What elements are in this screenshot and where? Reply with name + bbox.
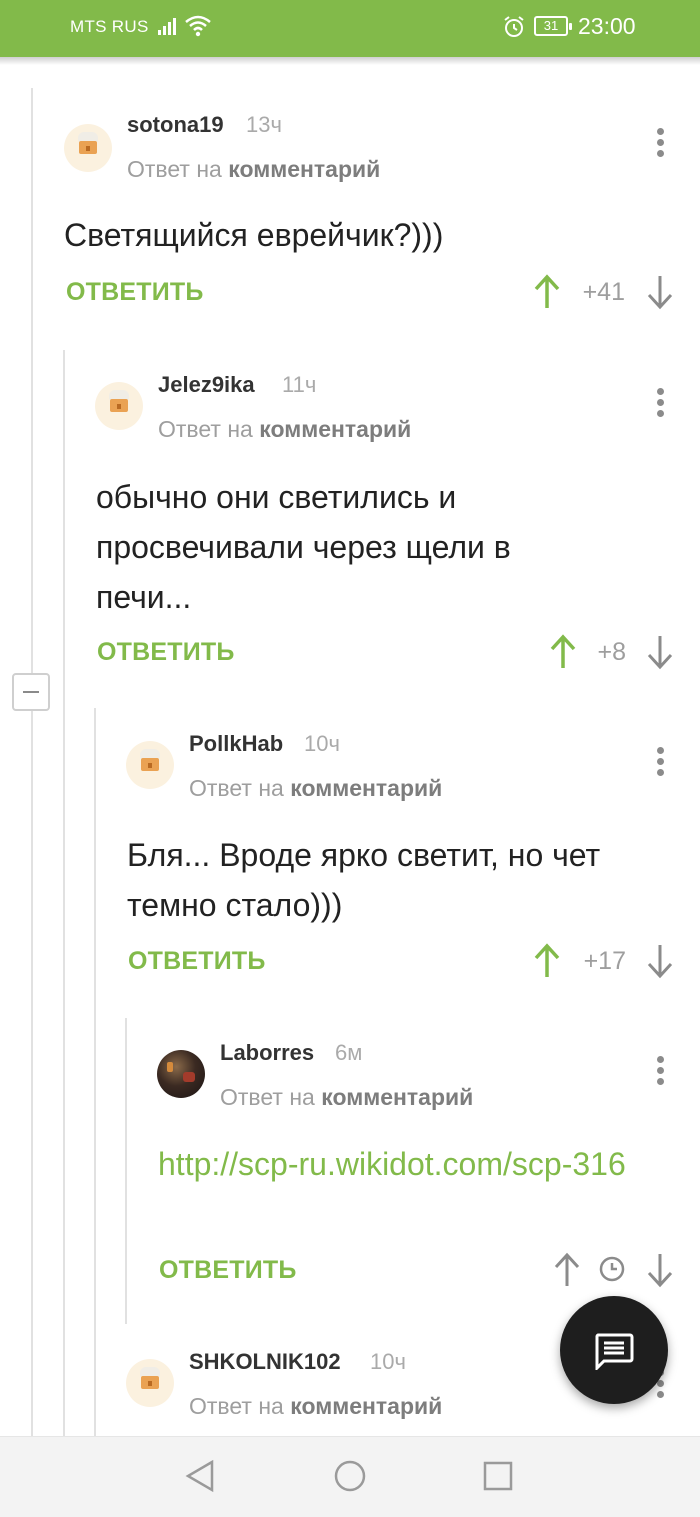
comment-username[interactable]: Laborres xyxy=(220,1040,314,1066)
comment-username[interactable]: SHKOLNIK102 xyxy=(189,1349,341,1375)
reply-to-link[interactable]: комментарий xyxy=(290,1393,442,1419)
reply-to-link[interactable]: комментарий xyxy=(228,156,380,182)
vote-count: +8 xyxy=(597,638,626,666)
system-navigation-bar xyxy=(0,1436,700,1517)
comment-text: Светящийся еврейчик?))) xyxy=(64,217,444,253)
collapse-thread-button[interactable] xyxy=(12,673,50,711)
comment-username[interactable]: sotona19 xyxy=(127,112,224,138)
reply-button[interactable]: ОТВЕТИТЬ xyxy=(159,1256,297,1285)
more-vertical-icon[interactable] xyxy=(654,747,666,781)
comment-time: 13ч xyxy=(246,112,282,137)
more-vertical-icon[interactable] xyxy=(654,388,666,422)
reply-to-line: Ответ на комментарий xyxy=(189,1393,442,1420)
battery-level: 31 xyxy=(543,18,559,33)
reply-to-line: Ответ на комментарий xyxy=(189,775,442,802)
thread-line-level-4 xyxy=(125,1018,127,1324)
signal-bars-icon xyxy=(158,18,176,35)
back-triangle-icon[interactable] xyxy=(184,1459,216,1493)
clock-icon xyxy=(599,1256,625,1282)
header-shadow xyxy=(0,57,700,65)
reply-to-prefix: Ответ на xyxy=(127,156,222,182)
reply-to-line: Ответ на комментарий xyxy=(220,1084,473,1111)
reply-button[interactable]: ОТВЕТИТЬ xyxy=(97,638,235,667)
avatar[interactable] xyxy=(95,382,143,430)
reply-to-link[interactable]: комментарий xyxy=(321,1084,473,1110)
carrier-name: MTS RUS xyxy=(70,17,149,36)
more-vertical-icon[interactable] xyxy=(654,1056,666,1090)
reply-button[interactable]: ОТВЕТИТЬ xyxy=(66,278,204,307)
vote-count: +41 xyxy=(582,278,625,306)
reply-button[interactable]: ОТВЕТИТЬ xyxy=(128,947,266,976)
reply-to-link[interactable]: комментарий xyxy=(290,775,442,801)
arrow-up-icon[interactable] xyxy=(532,274,562,310)
reply-to-prefix: Ответ на xyxy=(189,775,284,801)
reply-to-link[interactable]: комментарий xyxy=(259,416,411,442)
reply-to-line: Ответ на комментарий xyxy=(127,156,380,183)
write-comment-button[interactable] xyxy=(560,1296,668,1404)
comment-username[interactable]: Jelez9ika xyxy=(158,372,255,398)
avatar[interactable] xyxy=(157,1050,205,1098)
arrow-down-icon[interactable] xyxy=(645,943,675,979)
comment-time: 6м xyxy=(335,1040,363,1065)
more-vertical-icon[interactable] xyxy=(654,128,666,162)
clock-time: 23:00 xyxy=(578,13,636,39)
avatar[interactable] xyxy=(126,741,174,789)
comment-link[interactable]: http://scp-ru.wikidot.com/scp-316 xyxy=(158,1139,638,1189)
comment-time: 10ч xyxy=(304,731,340,756)
avatar[interactable] xyxy=(64,124,112,172)
arrow-up-icon[interactable] xyxy=(532,943,562,979)
comment-time: 10ч xyxy=(370,1349,406,1374)
vote-count: +17 xyxy=(583,947,626,975)
reply-to-prefix: Ответ на xyxy=(189,1393,284,1419)
home-circle-icon[interactable] xyxy=(333,1459,367,1493)
thread-line-level-2 xyxy=(63,350,65,1436)
reply-to-prefix: Ответ на xyxy=(220,1084,315,1110)
arrow-down-icon[interactable] xyxy=(645,634,675,670)
message-icon xyxy=(595,1333,634,1370)
comment-text: обычно они светились и просвечивали чере… xyxy=(96,479,511,615)
comment-text: Бля... Вроде ярко светит, но чет темно с… xyxy=(127,837,601,923)
battery-indicator: 31 xyxy=(534,16,572,36)
avatar[interactable] xyxy=(126,1359,174,1407)
arrow-down-icon[interactable] xyxy=(645,274,675,310)
arrow-up-icon[interactable] xyxy=(552,1252,582,1288)
arrow-down-icon[interactable] xyxy=(645,1252,675,1288)
thread-line-level-3 xyxy=(94,708,96,1436)
reply-to-line: Ответ на комментарий xyxy=(158,416,411,443)
wifi-icon xyxy=(185,15,211,37)
thread-line-level-1 xyxy=(31,88,33,1436)
comment-time: 11ч xyxy=(282,372,317,397)
recents-square-icon[interactable] xyxy=(482,1459,514,1493)
status-bar: MTS RUS 31 23:00 xyxy=(0,0,700,57)
alarm-clock-icon xyxy=(504,16,524,37)
comment-username[interactable]: PollkHab xyxy=(189,731,283,757)
reply-to-prefix: Ответ на xyxy=(158,416,253,442)
